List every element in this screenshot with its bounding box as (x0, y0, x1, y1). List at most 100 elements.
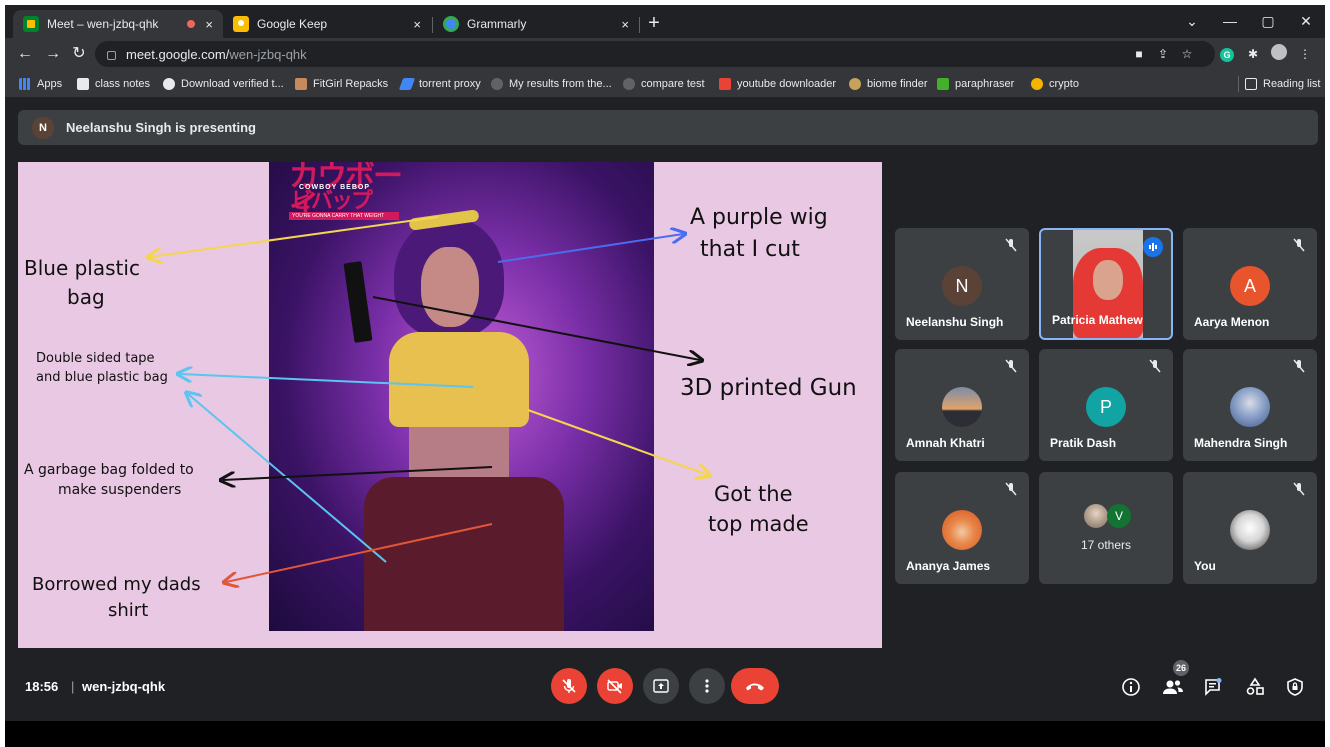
activities-button[interactable] (1243, 675, 1267, 699)
bookmark-youtube-downloader[interactable]: youtube downloader (719, 75, 836, 93)
meeting-details-button[interactable] (1119, 675, 1143, 699)
annotation-garbage-bag: A garbage bag folded to make suspenders (24, 462, 194, 499)
people-icon (1163, 680, 1183, 694)
tab-title: Meet – wen-jzbq-qhk (47, 17, 159, 31)
people-button[interactable] (1161, 675, 1185, 699)
others-count: 17 others (1080, 538, 1132, 552)
menu-icon[interactable]: ⋮ (1295, 44, 1315, 64)
tab-close-icon[interactable]: × (413, 17, 421, 32)
download-icon (719, 78, 731, 90)
face (1093, 260, 1123, 300)
bookmark-download-verified[interactable]: Download verified t... (163, 75, 284, 93)
participant-tile[interactable]: Mahendra Singh (1183, 349, 1317, 461)
present-now-button[interactable] (643, 668, 679, 704)
annotation-wig: A purple wig that I cut (690, 205, 828, 262)
bookmark-compare-test[interactable]: compare test (623, 75, 705, 93)
mic-off-icon (1005, 238, 1017, 252)
restore-icon[interactable]: ▢ (1249, 9, 1287, 33)
new-tab-button[interactable]: + (641, 11, 667, 37)
tab-grammarly[interactable]: Grammarly × (433, 10, 639, 38)
bookmark-my-results[interactable]: My results from the... (491, 75, 612, 93)
extensions-icon[interactable]: ✱ (1243, 44, 1263, 64)
mic-off-icon (1149, 359, 1161, 373)
present-icon (653, 679, 669, 693)
bookmark-paraphraser[interactable]: paraphraser (937, 75, 1014, 93)
participant-tile[interactable]: Amnah Khatri (895, 349, 1029, 461)
participant-name: Ananya James (906, 559, 991, 573)
camera-toggle-button[interactable] (597, 668, 633, 704)
proxy-icon (398, 78, 416, 90)
recording-icon (187, 20, 196, 28)
bookmark-fitgirl[interactable]: FitGirl Repacks (295, 75, 388, 93)
tab-meet[interactable]: Meet – wen-jzbq-qhk × (13, 10, 223, 38)
forward-icon[interactable]: → (41, 42, 65, 66)
participant-tile-speaking[interactable]: Patricia Mathew (1039, 228, 1173, 340)
notion-icon (77, 78, 89, 90)
share-icon[interactable]: ⇪ (1153, 44, 1173, 64)
avatar: P (1086, 387, 1126, 427)
mic-off-icon (1293, 359, 1305, 373)
tab-title: Grammarly (467, 17, 527, 31)
participant-tile[interactable]: P Pratik Dash (1039, 349, 1173, 461)
shield-lock-icon (1287, 678, 1303, 696)
meet-icon (23, 16, 39, 32)
paraphraser-icon (937, 78, 949, 90)
back-icon[interactable]: ← (13, 42, 37, 66)
minimize-icon[interactable]: — (1211, 9, 1249, 33)
mic-off-icon (1293, 238, 1305, 252)
apps-grid-icon (19, 78, 31, 90)
bookmark-biome-finder[interactable]: biome finder (849, 75, 928, 93)
reading-list-button[interactable]: Reading list (1245, 75, 1320, 93)
speaking-indicator-icon (1143, 237, 1163, 257)
profile-avatar[interactable] (1269, 44, 1289, 64)
info-icon (1122, 678, 1140, 696)
arrow-shirt (226, 523, 493, 582)
mic-off-icon (1293, 482, 1305, 496)
site-icon (163, 78, 175, 90)
tab-google-keep[interactable]: Google Keep × (223, 10, 431, 38)
more-options-button[interactable] (689, 668, 725, 704)
reload-icon[interactable]: ↻ (67, 42, 91, 66)
tab-search-icon[interactable]: ⌄ (1173, 9, 1211, 33)
camera-icon[interactable]: ■ (1129, 44, 1149, 64)
bookmark-torrent-proxy[interactable]: torrent proxy (398, 75, 481, 93)
participant-name: Amnah Khatri (906, 436, 985, 450)
participant-tile[interactable]: N Neelanshu Singh (895, 228, 1029, 340)
host-controls-button[interactable] (1283, 675, 1307, 699)
mic-off-icon (1005, 482, 1017, 496)
camera-off-icon (607, 679, 622, 694)
fitgirl-icon (295, 78, 307, 90)
bookmark-class-notes[interactable]: class notes (77, 75, 150, 93)
url-host: meet.google.com/ (126, 46, 230, 62)
grammarly-extension-icon[interactable]: G (1217, 44, 1237, 64)
globe-icon (491, 78, 503, 90)
leave-call-button[interactable] (731, 668, 779, 704)
others-tile[interactable]: V 17 others (1039, 472, 1173, 584)
participant-tile[interactable]: Ananya James (895, 472, 1029, 584)
bookmarks-separator (1238, 76, 1239, 92)
address-bar[interactable]: meet.google.com/ wen-jzbq-qhk (95, 41, 1215, 67)
arrow-blue-bag-lower (188, 394, 387, 563)
meeting-code: wen-jzbq-qhk (82, 679, 166, 694)
bookmark-apps[interactable]: Apps (19, 75, 62, 93)
tab-close-icon[interactable]: × (621, 17, 629, 32)
avatar (1084, 504, 1108, 528)
bookmark-crypto[interactable]: crypto (1031, 75, 1079, 93)
tab-separator (639, 17, 640, 33)
activities-icon (1246, 677, 1264, 695)
participant-name: You (1194, 559, 1216, 573)
bookmark-star-icon[interactable]: ☆ (1177, 44, 1197, 64)
avatar (1230, 387, 1270, 427)
chat-button[interactable] (1201, 675, 1225, 699)
hang-up-icon (746, 683, 764, 691)
tab-close-icon[interactable]: × (205, 17, 213, 32)
browser-toolbar: ← → ↻ meet.google.com/ wen-jzbq-qhk ■ ⇪ … (5, 38, 1325, 70)
close-window-icon[interactable]: ✕ (1287, 9, 1325, 33)
mic-toggle-button[interactable] (551, 668, 587, 704)
browser-window: Meet – wen-jzbq-qhk × Google Keep × Gram… (5, 5, 1325, 721)
participant-count-badge: 26 (1173, 660, 1189, 676)
url-path: wen-jzbq-qhk (229, 46, 307, 62)
screen-bottom-edge (5, 721, 1325, 747)
participant-tile[interactable]: A Aarya Menon (1183, 228, 1317, 340)
participant-tile-self[interactable]: You (1183, 472, 1317, 584)
